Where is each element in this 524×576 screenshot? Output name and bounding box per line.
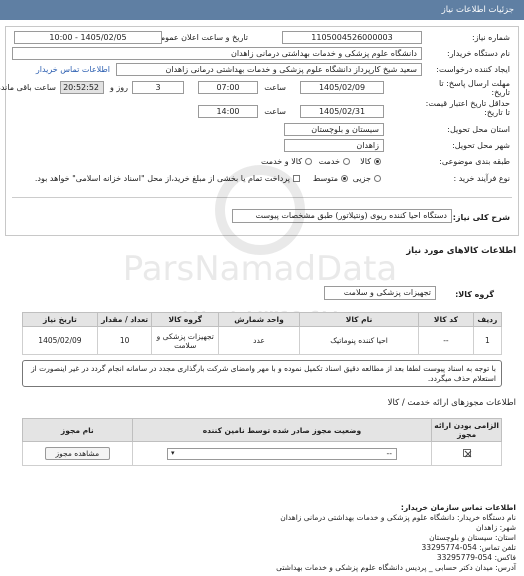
table-row: -- ▾ مشاهده مجوز	[22, 441, 502, 466]
need-number-label: شماره نیاز:	[472, 33, 510, 42]
buyer-contact-name: نام دستگاه خریدار: دانشگاه علوم پزشکی و …	[280, 513, 516, 522]
creator-field: سعید شیخ کارپرداز دانشگاه علوم پزشکی و خ…	[116, 63, 422, 76]
announce-label: تاریخ و ساعت اعلان عمومی:	[151, 33, 248, 42]
days-label: روز و	[110, 83, 128, 92]
table-row: 1 -- احیا کننده پنوماتیک عدد تجهیزات پزش…	[22, 326, 503, 355]
deadline-time-field: 07:00	[198, 81, 258, 94]
buyer-contact-fax: فاکس: 054-33295779	[436, 553, 516, 562]
goods-table-header: ردیف کد کالا نام کالا واحد شمارش گروه کا…	[22, 312, 503, 327]
deadline-date-field: 1405/02/09	[300, 81, 384, 94]
cell-code: --	[418, 326, 474, 355]
status-select-value: --	[386, 448, 392, 458]
validity-time-label: ساعت	[264, 107, 286, 116]
buyer-contact-city: شهر: زاهدان	[476, 523, 516, 532]
buyer-contact-title: اطلاعات تماس سازمان خریدار:	[400, 503, 516, 512]
buyer-contact-address: آدرس: میدان دکتر حسابی _ پردیس دانشگاه ع…	[276, 563, 516, 572]
creator-label: ایجاد کننده درخواست:	[436, 65, 510, 74]
goods-group-label: گروه کالا:	[455, 290, 494, 299]
need-number-field: 1105004526000003	[282, 31, 422, 44]
col-code: کد کالا	[418, 312, 474, 327]
buyer-contact-province: استان: سیستان و بلوچستان	[429, 533, 516, 542]
col-status: وضعیت مجوز صادر شده توسط نامین کننده	[131, 418, 433, 442]
cell-row: 1	[472, 326, 503, 355]
licenses-table-header: الزامی بودن ارائه مجوز وضعیت مجوز صادر ش…	[22, 418, 502, 442]
buyer-label: نام دستگاه خریدار:	[447, 49, 510, 58]
cell-license-name: مشاهده مجوز	[22, 441, 133, 466]
view-license-button[interactable]: مشاهده مجوز	[44, 447, 111, 460]
buyer-field: دانشگاه علوم پزشکی و خدمات بهداشتی درمان…	[12, 47, 422, 60]
description-label: شرح کلی نیاز:	[452, 213, 510, 222]
cell-qty: 10	[96, 326, 153, 355]
col-unit: واحد شمارش	[218, 312, 300, 327]
col-required: الزامی بودن ارائه مجوز	[431, 418, 502, 442]
chevron-down-icon: ▾	[170, 448, 175, 457]
announce-field: 1405/02/05 - 10:00	[14, 31, 162, 44]
goods-group-field: تجهیزات پزشکی و سلامت	[324, 286, 436, 300]
validity-date-field: 1405/02/31	[300, 105, 384, 118]
col-date: تاریخ نیاز	[22, 312, 98, 327]
cross-icon	[464, 450, 471, 457]
cell-unit: عدد	[218, 326, 300, 355]
days-remaining-field: 3	[132, 81, 184, 94]
col-qty: تعداد / مقدار	[96, 312, 153, 327]
cell-required	[431, 441, 502, 466]
goods-table: ردیف کد کالا نام کالا واحد شمارش گروه کا…	[22, 312, 503, 355]
licenses-section-title: اطلاعات مجوزهای ارائه خدمت / کالا	[387, 398, 516, 408]
cell-status: -- ▾	[131, 441, 433, 466]
remaining-time-field: 20:52:52	[60, 81, 104, 94]
goods-section-title: اطلاعات کالاهای مورد نیاز	[406, 246, 516, 256]
cell-group: تجهیزات پزشکی و سلامت	[151, 326, 220, 355]
goods-note: با توجه به اسناد پیوست لطفا بعد از مطالع…	[22, 360, 502, 387]
watermark-brand: ParsNamadData	[123, 249, 398, 289]
col-license-name: نام مجوز	[22, 418, 133, 442]
buyer-contact-link[interactable]: اطلاعات تماس خریدار	[36, 65, 110, 74]
col-name: نام کالا	[298, 312, 420, 327]
city-label: شهر محل تحویل:	[452, 141, 510, 150]
page-header: جزئیات اطلاعات نیاز	[0, 0, 524, 20]
purchase-type-label: نوع فرآیند خرید :	[453, 174, 510, 183]
validity-label: حداقل تاریخ اعتبار قیمت: تا تاریخ:	[425, 99, 510, 117]
remaining-label: ساعت باقی مانده	[0, 83, 56, 92]
col-row: ردیف	[472, 312, 503, 327]
category-label: طبقه بندی موضوعی:	[439, 157, 510, 166]
col-group: گروه کالا	[151, 312, 220, 327]
validity-time-field: 14:00	[198, 105, 258, 118]
page-title: جزئیات اطلاعات نیاز	[441, 5, 514, 15]
licenses-table: الزامی بودن ارائه مجوز وضعیت مجوز صادر ش…	[22, 418, 502, 466]
deadline-time-label: ساعت	[264, 83, 286, 92]
status-select[interactable]: -- ▾	[166, 447, 397, 460]
required-checkbox[interactable]	[462, 448, 471, 457]
buyer-contact-phone: تلفن تماس: 054-33295774	[421, 543, 516, 552]
cell-date: 1405/02/09	[22, 326, 98, 355]
deadline-label: مهلت ارسال پاسخ: تا تاریخ:	[438, 79, 510, 97]
province-field: سیستان و بلوچستان	[284, 123, 384, 136]
cell-name: احیا کننده پنوماتیک	[298, 326, 420, 355]
province-label: استان محل تحویل:	[447, 125, 510, 134]
